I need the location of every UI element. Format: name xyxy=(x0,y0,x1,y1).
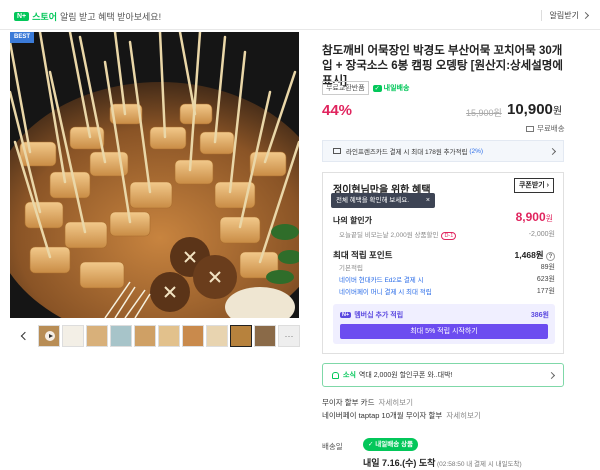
next-day-label: 내일배송 xyxy=(383,85,410,92)
points-row: 최대 적립 포인트 1,468원 ? xyxy=(333,249,555,261)
money-points-value: 177원 xyxy=(536,288,555,295)
membership-box: N+ 멤버십 추가 적립 386원 최대 5% 적립 시작하기 xyxy=(333,304,555,344)
chevron-right-icon xyxy=(547,371,556,380)
card-icon xyxy=(333,148,341,154)
card-promo-banner[interactable]: 라인프렌즈카드 결제 시 최대 178원 추가적립 (2%) xyxy=(322,140,564,162)
coupon-discount-label: 오늘끝딜 비모는날 2,000원 상품할인 xyxy=(339,232,439,239)
help-icon[interactable]: ? xyxy=(546,252,555,261)
base-points-row: 기본적립 89원 xyxy=(333,262,555,272)
product-badges: 무료교환반품 ✓ 내일배송 xyxy=(322,81,409,95)
sale-price-value: 10,900 xyxy=(507,101,553,118)
chevron-left-icon[interactable] xyxy=(20,331,30,341)
bell-icon xyxy=(332,371,339,379)
npay-chip: N+ xyxy=(14,11,30,21)
store-label: 스토어 xyxy=(32,11,57,22)
thumbnail-image[interactable] xyxy=(254,325,276,347)
free-shipping-label: 무료배송 xyxy=(537,124,565,133)
card-promo-rate: (2%) xyxy=(469,147,484,155)
thumbnail-image[interactable] xyxy=(110,325,132,347)
subscribe-label: 알림받기 xyxy=(549,11,579,20)
sale-price-unit: 원 xyxy=(552,106,563,117)
money-points-row[interactable]: 네이버페이 머니 결제 시 최대 적립 177원 xyxy=(333,286,555,296)
my-discount-value: 8,900 xyxy=(515,210,546,224)
tooltip-text: 전체 혜택을 확인해 보세요. xyxy=(336,197,410,204)
thumbnail-image[interactable] xyxy=(182,325,204,347)
card-points-row[interactable]: 네이버 현대카드 Ed2로 결제 시 623원 xyxy=(333,274,555,284)
delivery-badge: ✓ 내일배송 상품 xyxy=(363,438,418,451)
thumbnail-image[interactable] xyxy=(134,325,156,347)
my-discount-price: 8,900원 xyxy=(516,210,553,224)
coupon-button[interactable]: 쿠폰받기 › xyxy=(514,178,554,193)
points-label: 최대 적립 포인트 xyxy=(333,250,393,260)
delivery-date: 내일 7.16.(수) 도착 xyxy=(363,458,436,468)
installment-card-detail-link[interactable]: 자세히보기 xyxy=(378,398,413,407)
benefit-panel: 정이현님만을 위한 혜택 쿠폰받기 › 전체 혜택을 확인해 보세요. × 나의 … xyxy=(322,172,564,354)
membership-label: N+ 멤버십 추가 적립 xyxy=(340,310,403,320)
card-points-value: 623원 xyxy=(536,276,555,283)
close-icon[interactable]: × xyxy=(426,193,430,208)
store-news-banner[interactable]: 소식 역대 2,000원 할인쿠폰 와..대박! xyxy=(322,363,564,387)
sale-price: 10,900원 xyxy=(507,101,562,118)
delivery-note: (02:58:50 내 결제 시 내일도착) xyxy=(437,461,522,468)
card-points-label: 네이버 현대카드 Ed2로 결제 시 xyxy=(339,277,424,284)
base-points-label: 기본적립 xyxy=(339,265,363,272)
coupon-discount-value: -2,000원 xyxy=(528,231,555,238)
play-icon xyxy=(45,331,55,341)
membership-chip: N+ xyxy=(340,312,352,318)
truck-icon xyxy=(526,125,534,132)
membership-label-text: 멤버십 추가 적립 xyxy=(354,312,404,319)
my-discount-unit: 원 xyxy=(545,214,553,223)
base-points-value: 89원 xyxy=(540,264,555,271)
notification-message: 알림 받고 혜택 받아보세요! xyxy=(60,12,162,22)
discount-rate: 44% xyxy=(322,102,353,119)
notification-subscribe-link[interactable]: 알림받기 xyxy=(540,10,590,21)
installment-card-label: 무이자 할부 카드 xyxy=(322,398,375,407)
membership-value: 386원 xyxy=(530,312,549,319)
card-promo-text: 라인프렌즈카드 결제 시 최대 178원 추가적립 xyxy=(346,149,468,156)
thumbnail-video[interactable] xyxy=(38,325,60,347)
points-value: 1,468원 xyxy=(514,250,544,260)
money-points-label: 네이버페이 머니 결제 시 최대 적립 xyxy=(339,289,432,296)
thumbnail-strip: ··· xyxy=(20,322,302,350)
delivery-label: 배송일 xyxy=(322,442,343,451)
news-text: 역대 2,000원 할인쿠폰 와..대박! xyxy=(358,372,453,379)
free-return-badge: 무료교환반품 xyxy=(322,81,369,95)
taptap-detail-link[interactable]: 자세히보기 xyxy=(446,411,481,420)
benefit-tooltip: 전체 혜택을 확인해 보세요. × xyxy=(331,193,435,208)
installment-card-row: 무이자 할부 카드 자세히보기 xyxy=(322,397,413,408)
thumbnail-image[interactable] xyxy=(158,325,180,347)
check-icon: ✓ xyxy=(372,84,382,92)
divider xyxy=(540,10,542,21)
taptap-installment-label: 네이버페이 taptap 10개월 무이자 할부 xyxy=(322,411,443,420)
top-notification-bar: N+ 스토어 알림 받고 혜택 받아보세요! 알림받기 xyxy=(0,0,600,30)
d-day-tag: D-1 xyxy=(441,232,457,240)
membership-start-button[interactable]: 최대 5% 적립 시작하기 xyxy=(340,324,548,339)
thumbnail-image[interactable] xyxy=(86,325,108,347)
thumbnail-image-selected[interactable] xyxy=(230,325,252,347)
free-shipping: 무료배송 xyxy=(526,123,565,134)
taptap-installment-row: 네이버페이 taptap 10개월 무이자 할부 자세히보기 xyxy=(322,410,481,421)
delivery-badge-text: 내일배송 상품 xyxy=(375,441,413,448)
chevron-right-icon xyxy=(581,11,590,20)
points-total: 1,468원 ? xyxy=(515,249,555,261)
product-main-image[interactable] xyxy=(10,32,299,318)
news-label: 소식 xyxy=(343,372,356,379)
coupon-button-label: 쿠폰받기 xyxy=(518,182,545,189)
best-tag: BEST xyxy=(10,32,34,43)
chevron-right-icon xyxy=(548,147,557,156)
next-day-badge: ✓ 내일배송 xyxy=(372,83,410,93)
thumbnail-more-button[interactable]: ··· xyxy=(278,325,300,347)
store-badge[interactable]: N+ 스토어 xyxy=(14,10,57,22)
thumbnail-image[interactable] xyxy=(206,325,228,347)
coupon-discount-row: 오늘끝딜 비모는날 2,000원 상품할인 D-1 -2,000원 xyxy=(333,229,555,240)
thumbnail-image[interactable] xyxy=(62,325,84,347)
fishcake-skewers-photo xyxy=(10,32,299,318)
original-price: 15,900원 xyxy=(466,108,502,118)
